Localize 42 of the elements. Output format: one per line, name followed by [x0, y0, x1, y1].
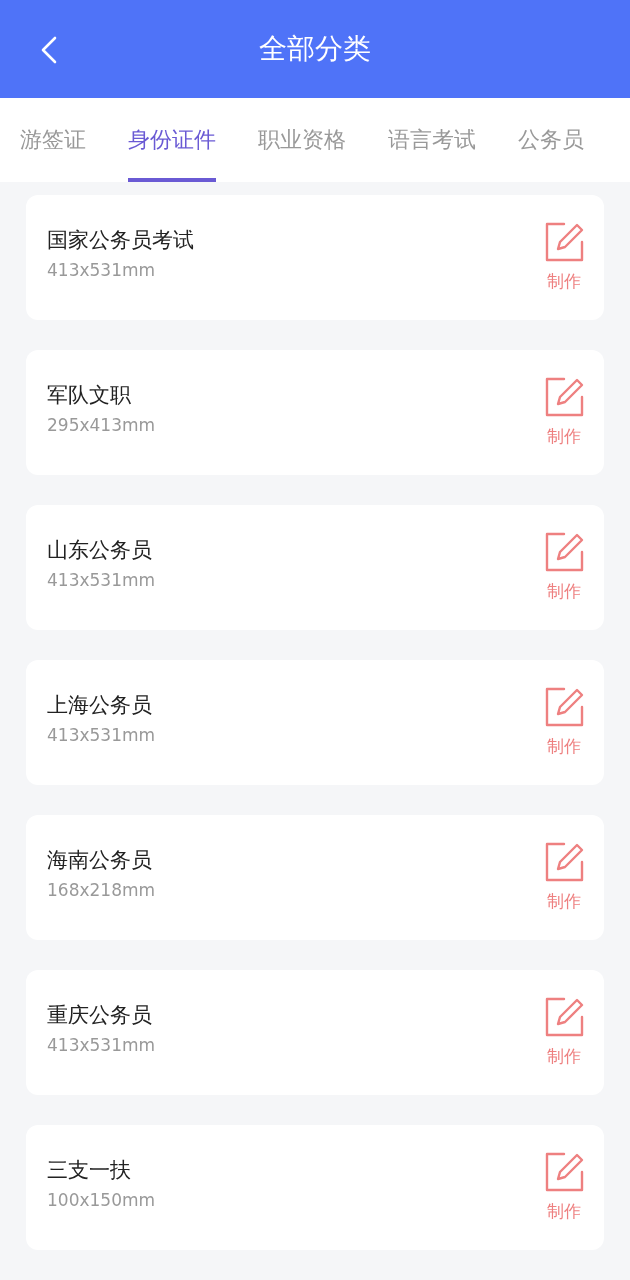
item-card[interactable]: 重庆公务员 413x531mm 制作	[26, 970, 604, 1095]
make-label[interactable]: 制作	[547, 735, 581, 758]
edit-icon[interactable]	[544, 997, 584, 1037]
item-size: 413x531mm	[47, 259, 157, 280]
back-icon[interactable]	[41, 36, 57, 64]
edit-icon[interactable]	[544, 532, 584, 572]
edit-icon[interactable]	[544, 687, 584, 727]
edit-icon[interactable]	[544, 377, 584, 417]
item-card[interactable]: 军队文职 295x413mm 制作	[26, 350, 604, 475]
category-tab[interactable]: 语言考试	[388, 98, 476, 182]
edit-icon[interactable]	[544, 1152, 584, 1192]
item-size: 100x150mm	[47, 1189, 156, 1210]
category-tab[interactable]: 游签证	[20, 98, 86, 182]
item-card[interactable]: 山东公务员 413x531mm 制作	[26, 505, 604, 630]
item-card[interactable]: 三支一扶 100x150mm 制作	[26, 1125, 604, 1250]
item-size: 295x413mm	[47, 414, 156, 435]
item-name: 山东公务员	[47, 536, 153, 564]
item-size: 413x531mm	[47, 569, 156, 590]
item-card[interactable]: 海南公务员 168x218mm 制作	[26, 815, 604, 940]
item-name: 重庆公务员	[47, 1001, 153, 1029]
item-name: 国家公务员考试	[47, 226, 194, 254]
make-label[interactable]: 制作	[547, 425, 581, 448]
make-label[interactable]: 制作	[547, 1200, 581, 1223]
make-label[interactable]: 制作	[547, 890, 581, 913]
item-card[interactable]: 上海公务员 413x531mm 制作	[26, 660, 604, 785]
item-name: 上海公务员	[47, 691, 153, 719]
page-title: 全部分类	[259, 31, 371, 67]
item-name: 海南公务员	[47, 846, 153, 874]
item-size: 168x218mm	[47, 879, 156, 900]
make-label[interactable]: 制作	[547, 270, 581, 293]
item-size: 413x531mm	[47, 1034, 156, 1055]
category-tab[interactable]: 职业资格	[258, 98, 346, 182]
edit-icon[interactable]	[544, 842, 584, 882]
make-label[interactable]: 制作	[547, 580, 581, 603]
item-name: 三支一扶	[47, 1156, 132, 1184]
category-tab[interactable]: 身份证件	[128, 98, 216, 182]
item-card[interactable]: 国家公务员考试 413x531mm 制作	[26, 195, 604, 320]
edit-icon[interactable]	[544, 222, 584, 262]
item-size: 413x531mm	[47, 724, 156, 745]
category-tab[interactable]: 公务员	[518, 98, 584, 182]
item-name: 军队文职	[47, 381, 132, 409]
make-label[interactable]: 制作	[547, 1045, 581, 1068]
